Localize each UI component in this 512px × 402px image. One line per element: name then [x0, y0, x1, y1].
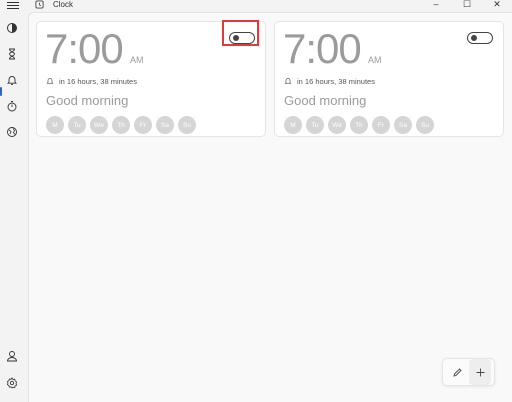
day-monday: M — [284, 116, 302, 134]
day-friday: Fr — [134, 116, 152, 134]
edit-alarms-button[interactable] — [446, 359, 468, 385]
clock-app-icon — [35, 0, 44, 9]
alarm-toggle[interactable] — [467, 32, 493, 44]
title-bar: Clock – ☐ ✕ — [0, 0, 512, 12]
pencil-icon — [452, 367, 462, 377]
alarm-card[interactable]: 7:00 AM in 16 hours, 38 minutes Good mor… — [274, 21, 504, 137]
sidebar — [0, 12, 27, 401]
day-sunday: Su — [416, 116, 434, 134]
nav-selection-indicator — [0, 87, 2, 96]
day-saturday: Sa — [156, 116, 174, 134]
alarm-time-remaining: in 16 hours, 38 minutes — [297, 77, 375, 86]
day-thursday: Th — [350, 116, 368, 134]
alarm-actions — [442, 358, 495, 386]
alarm-name: Good morning — [46, 93, 129, 108]
toggle-knob — [471, 35, 477, 41]
day-wednesday: We — [328, 116, 346, 134]
app-title: Clock — [53, 0, 74, 9]
alarm-name: Good morning — [284, 93, 367, 108]
world-clock-icon[interactable] — [6, 126, 18, 138]
alarm-time: 7:00 — [283, 25, 362, 72]
day-thursday: Th — [112, 116, 130, 134]
alarm-days: M Tu We Th Fr Sa Su — [46, 116, 196, 134]
day-tuesday: Tu — [68, 116, 86, 134]
alarm-time: 7:00 — [45, 25, 124, 72]
alarm-icon[interactable] — [6, 74, 18, 86]
account-icon[interactable] — [6, 350, 18, 362]
day-friday: Fr — [372, 116, 390, 134]
alarm-ampm: AM — [368, 55, 382, 65]
add-alarm-button[interactable] — [469, 359, 491, 385]
timer-icon[interactable] — [6, 48, 18, 60]
close-button[interactable]: ✕ — [490, 0, 504, 10]
main-content: 7:00 AM in 16 hours, 38 minutes Good mor… — [28, 12, 512, 402]
alarm-ampm: AM — [130, 55, 144, 65]
alarm-time-remaining: in 16 hours, 38 minutes — [59, 77, 137, 86]
day-tuesday: Tu — [306, 116, 324, 134]
highlight-box — [222, 20, 259, 46]
day-sunday: Su — [178, 116, 196, 134]
maximize-button[interactable]: ☐ — [460, 0, 474, 10]
bell-icon — [46, 78, 54, 84]
day-saturday: Sa — [394, 116, 412, 134]
alarm-days: M Tu We Th Fr Sa Su — [284, 116, 434, 134]
stopwatch-icon[interactable] — [6, 100, 18, 112]
day-monday: M — [46, 116, 64, 134]
focus-sessions-icon[interactable] — [6, 22, 18, 34]
day-wednesday: We — [90, 116, 108, 134]
bell-icon — [284, 78, 292, 84]
plus-icon — [476, 368, 484, 376]
minimize-button[interactable]: – — [429, 0, 443, 10]
menu-icon[interactable] — [7, 0, 19, 10]
settings-icon[interactable] — [6, 377, 18, 389]
